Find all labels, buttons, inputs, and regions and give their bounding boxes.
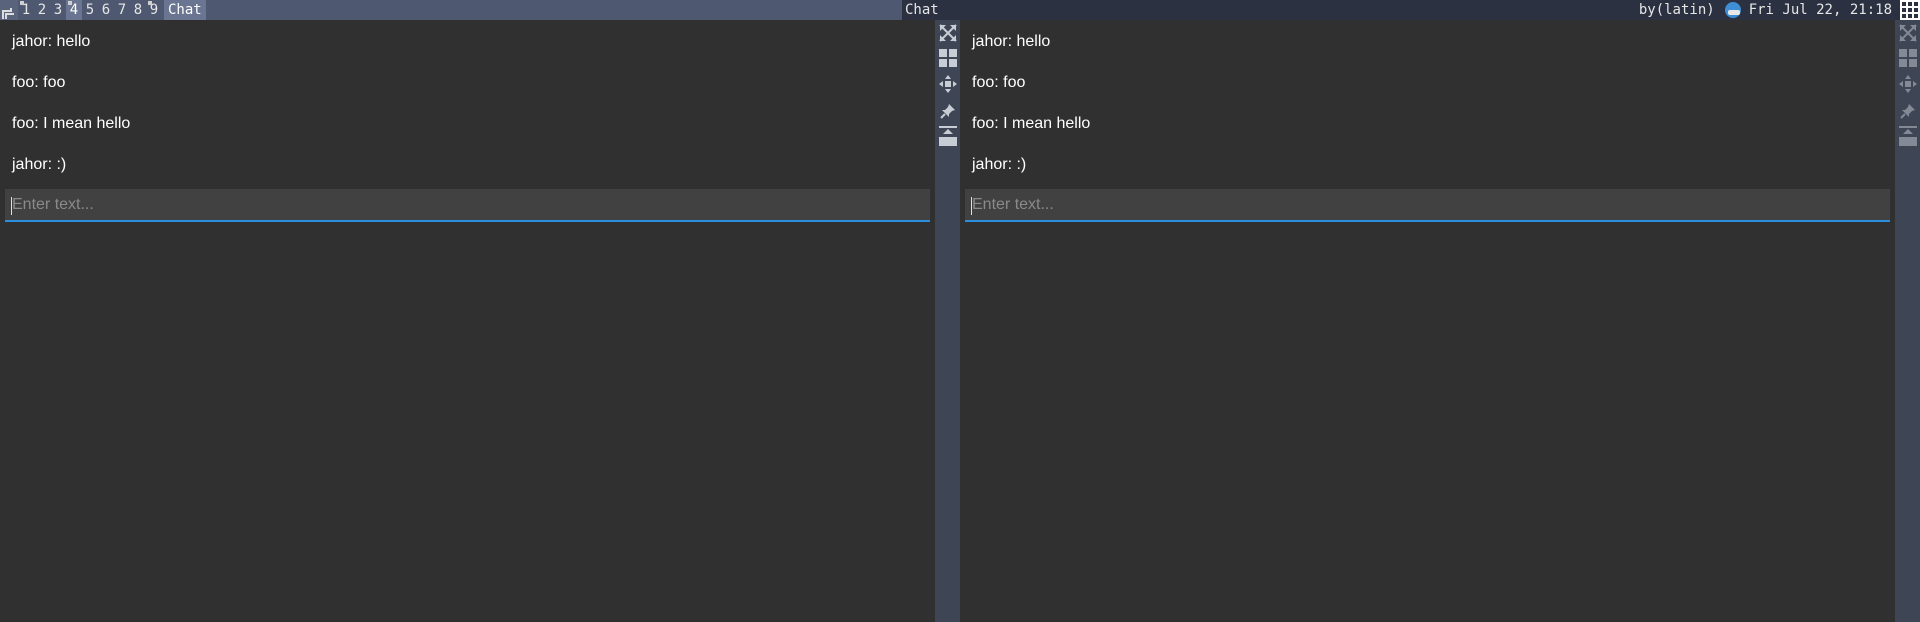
pin-icon[interactable] [1898, 101, 1918, 121]
text-caret [971, 197, 972, 215]
tag-client-indicator [68, 1, 72, 5]
tag-label: 6 [101, 2, 111, 18]
tag-client-indicator [148, 1, 152, 5]
tag-list: 1 2 3 4 5 6 7 8 9 [18, 0, 162, 20]
text-caret [11, 197, 12, 215]
chat-message: foo: foo [12, 74, 66, 91]
chat-message: jahor: :) [972, 156, 1027, 173]
tag-label: 3 [53, 2, 63, 18]
top-bar-left: 1 2 3 4 5 6 7 8 9 Chat [0, 0, 902, 20]
chat-message: jahor: hello [972, 33, 1051, 50]
chat-message: foo: foo [972, 74, 1026, 91]
tag-6[interactable]: 6 [98, 0, 114, 20]
tag-label: 8 [133, 2, 143, 18]
tag-2[interactable]: 2 [34, 0, 50, 20]
top-bar-right: by(latin) Fri Jul 22, 21:18 [1639, 0, 1920, 20]
minimize-to-top-icon[interactable] [938, 126, 958, 146]
launcher-icon[interactable] [0, 0, 18, 20]
tag-label: 7 [117, 2, 127, 18]
tag-3[interactable]: 3 [50, 0, 66, 20]
top-bar: 1 2 3 4 5 6 7 8 9 Chat Chat by(latin) Fr… [0, 0, 1920, 20]
chat-message: foo: I mean hello [12, 115, 131, 132]
chat-window-left: jahor: hello foo: foo foo: I mean hello … [0, 20, 935, 622]
clock[interactable]: Fri Jul 22, 21:18 [1749, 2, 1892, 18]
tag-9[interactable]: 9 [146, 0, 162, 20]
tag-label: 2 [37, 2, 47, 18]
chat-message: foo: I mean hello [972, 115, 1091, 132]
layout-grid-icon[interactable] [1900, 0, 1920, 20]
tag-4[interactable]: 4 [66, 0, 82, 20]
maximize-icon[interactable] [938, 23, 958, 43]
tag-7[interactable]: 7 [114, 0, 130, 20]
tag-5[interactable]: 5 [82, 0, 98, 20]
message-input[interactable] [5, 189, 930, 220]
chat-window-right: jahor: hello foo: foo foo: I mean hello … [960, 20, 1895, 622]
tag-label: 5 [85, 2, 95, 18]
tag-client-indicator [20, 1, 24, 5]
chat-message: jahor: hello [12, 33, 91, 50]
window-title[interactable]: Chat [905, 0, 939, 20]
tile-icon[interactable] [1898, 48, 1918, 68]
move-icon[interactable] [1898, 74, 1918, 94]
tag-8[interactable]: 8 [130, 0, 146, 20]
tile-icon[interactable] [938, 48, 958, 68]
window-controls-left [935, 20, 960, 622]
maximize-icon[interactable] [1898, 23, 1918, 43]
minimize-to-top-icon[interactable] [1898, 126, 1918, 146]
window-controls-right [1895, 20, 1920, 622]
focused-window-title[interactable]: Chat [164, 0, 206, 20]
move-icon[interactable] [938, 74, 958, 94]
message-input-container [5, 189, 930, 222]
message-input[interactable] [965, 189, 1890, 220]
keyboard-layout-indicator[interactable]: by(latin) [1639, 2, 1715, 18]
pin-icon[interactable] [938, 101, 958, 121]
message-input-container [965, 189, 1890, 222]
network-tray-icon[interactable] [1724, 2, 1741, 18]
tag-1[interactable]: 1 [18, 0, 34, 20]
chat-message: jahor: :) [12, 156, 67, 173]
